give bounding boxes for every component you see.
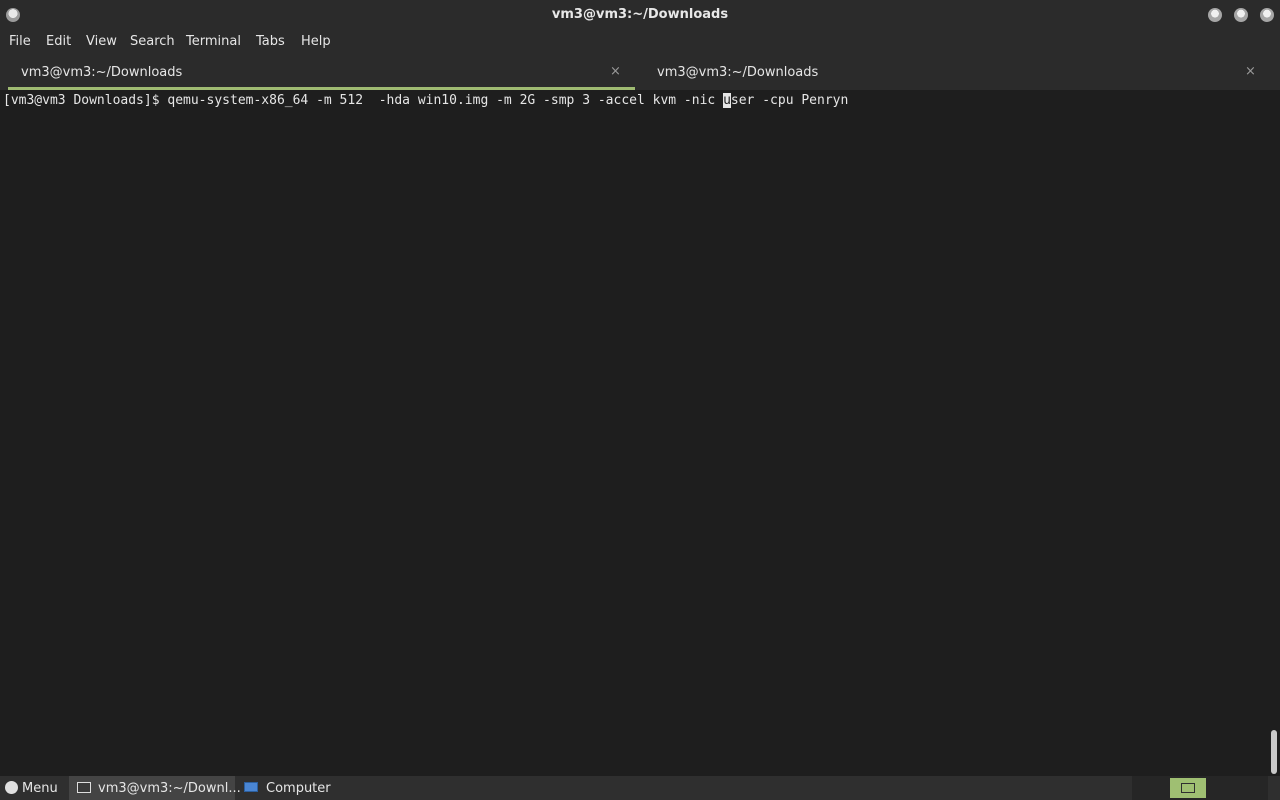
taskbar: Menu vm3@vm3:~/Downl... Computer — [0, 776, 1280, 800]
close-icon[interactable] — [1260, 8, 1274, 22]
command-text: qemu-system-x86_64 -m 512 -hda win10.img… — [167, 93, 724, 108]
menu-file[interactable]: File — [9, 34, 31, 49]
terminal-scrollbar[interactable] — [1268, 90, 1280, 776]
taskbar-terminal-label: vm3@vm3:~/Downl... — [98, 781, 241, 796]
menu-help[interactable]: Help — [301, 34, 331, 49]
menu-edit[interactable]: Edit — [46, 34, 71, 49]
command-line: [vm3@vm3 Downloads]$ qemu-system-x86_64 … — [3, 93, 848, 108]
workspace-switcher[interactable] — [1170, 778, 1206, 798]
start-menu-button[interactable]: Menu — [3, 776, 65, 800]
workspace-switcher-icon — [1181, 783, 1195, 793]
maximize-icon[interactable] — [1234, 8, 1248, 22]
tab-1-close-icon[interactable]: × — [610, 64, 621, 79]
terminal-window-icon — [77, 782, 91, 793]
tab-1-label: vm3@vm3:~/Downloads — [21, 65, 183, 80]
tab-1[interactable]: vm3@vm3:~/Downloads × — [8, 56, 635, 90]
menu-tabs[interactable]: Tabs — [256, 34, 285, 49]
taskbar-terminal-window[interactable]: vm3@vm3:~/Downl... — [69, 776, 241, 800]
menu-view[interactable]: View — [86, 34, 117, 49]
command-text-rest: ser -cpu Penryn — [730, 93, 849, 108]
computer-label: Computer — [266, 781, 331, 796]
terminal-view[interactable]: [vm3@vm3 Downloads]$ qemu-system-x86_64 … — [0, 90, 1268, 776]
menu-icon — [5, 781, 18, 794]
start-menu-label: Menu — [22, 781, 58, 796]
scrollbar-thumb[interactable] — [1271, 730, 1277, 774]
tab-2-close-icon[interactable]: × — [1245, 64, 1256, 79]
shell-prompt: [vm3@vm3 Downloads]$ — [3, 93, 168, 108]
tab-2-label: vm3@vm3:~/Downloads — [657, 65, 819, 80]
text-cursor: u — [723, 93, 731, 108]
window-title: vm3@vm3:~/Downloads — [551, 7, 729, 22]
menu-search[interactable]: Search — [130, 34, 175, 49]
menu-terminal[interactable]: Terminal — [186, 34, 241, 49]
computer-icon — [244, 782, 258, 792]
title-bar: vm3@vm3:~/Downloads — [0, 0, 1280, 30]
tab-2[interactable]: vm3@vm3:~/Downloads × — [645, 56, 1272, 90]
computer-launcher[interactable]: Computer — [242, 776, 342, 800]
menu-bar: File Edit View Search Terminal Tabs Help — [0, 30, 1280, 56]
tab-bar: vm3@vm3:~/Downloads × vm3@vm3:~/Download… — [0, 56, 1280, 90]
minimize-icon[interactable] — [1208, 8, 1222, 22]
